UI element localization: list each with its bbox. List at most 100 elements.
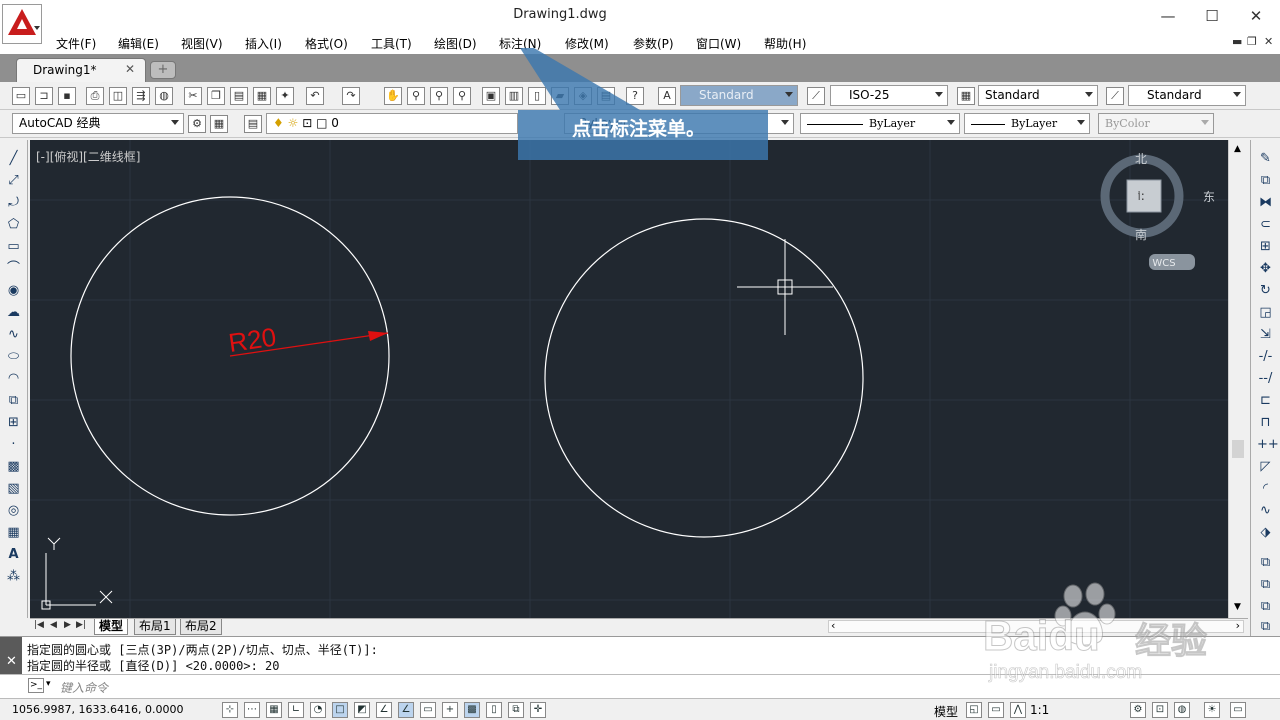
move-icon[interactable]: ✥: [1257, 260, 1274, 277]
table-style-icon[interactable]: ▦: [957, 87, 975, 105]
mdi-close-button[interactable]: ✕: [1264, 35, 1273, 48]
pan-icon[interactable]: ✋: [384, 87, 402, 105]
break-at-point-icon[interactable]: ⊏: [1257, 392, 1274, 409]
menu-view[interactable]: 视图(V): [181, 35, 223, 52]
lineweight-select[interactable]: ByLayer: [964, 113, 1090, 134]
command-prompt-icon[interactable]: >_: [28, 678, 44, 693]
tab-close-icon[interactable]: ✕: [125, 62, 135, 76]
menu-parametric[interactable]: 参数(P): [633, 35, 674, 52]
menu-insert[interactable]: 插入(I): [245, 35, 282, 52]
new-file-icon[interactable]: ▭: [12, 87, 30, 105]
workspace-switch-icon[interactable]: ▦: [210, 115, 228, 133]
annotation-scale-icon[interactable]: ⋀: [1010, 702, 1026, 718]
maximize-button[interactable]: ☐: [1190, 0, 1234, 32]
mdi-minimize-button[interactable]: ▬: [1232, 35, 1242, 48]
spline-icon[interactable]: ∿: [5, 326, 22, 343]
menu-window[interactable]: 窗口(W): [696, 35, 741, 52]
compass-west[interactable]: 西: [1128, 190, 1140, 204]
viewport-controls[interactable]: [-][俯视][二维线框]: [36, 148, 140, 165]
add-selected-icon[interactable]: ⁂: [5, 568, 22, 585]
paste-icon[interactable]: ▤: [230, 87, 248, 105]
chevron-down-icon[interactable]: ▾: [46, 679, 51, 689]
publish-icon[interactable]: ⇶: [132, 87, 150, 105]
properties-icon[interactable]: ▣: [482, 87, 500, 105]
menu-file[interactable]: 文件(F): [56, 35, 96, 52]
scroll-thumb[interactable]: [1232, 440, 1244, 458]
tool-palettes-icon[interactable]: ▯: [528, 87, 546, 105]
quick-view-layouts-icon[interactable]: ◱: [966, 702, 982, 718]
undo-icon[interactable]: ↶: [306, 87, 324, 105]
revision-cloud-icon[interactable]: ☁: [5, 304, 22, 321]
drawing-canvas[interactable]: R20 Ⅰ: 北 南 东 西 WCS [-][俯视][二维线框]: [30, 140, 1228, 618]
hardware-acceleration-icon[interactable]: ◍: [1174, 702, 1190, 718]
layer-select[interactable]: ♦ ☼ ⊡ □ 0: [266, 113, 518, 134]
scale-icon[interactable]: ◲: [1257, 304, 1274, 321]
help-icon[interactable]: ?: [626, 87, 644, 105]
vertical-scrollbar[interactable]: ▲ ▼: [1228, 140, 1248, 618]
block-editor-icon[interactable]: ✦: [276, 87, 294, 105]
break-icon[interactable]: ⊓: [1257, 414, 1274, 431]
workspace-switching-icon[interactable]: ⚙: [1130, 702, 1146, 718]
gradient-icon[interactable]: ▧: [5, 480, 22, 497]
first-layout-icon[interactable]: |◀: [34, 620, 44, 630]
minimize-button[interactable]: —: [1146, 0, 1190, 32]
blend-curves-icon[interactable]: ∿: [1257, 502, 1274, 519]
compass-east[interactable]: 东: [1203, 190, 1215, 204]
explode-icon[interactable]: ⬗: [1257, 524, 1274, 541]
extend-icon[interactable]: --/: [1257, 370, 1274, 387]
dimension-style-select[interactable]: ISO-25: [830, 85, 948, 106]
linetype-select[interactable]: ByLayer: [800, 113, 960, 134]
lineweight-toggle-icon[interactable]: +: [442, 702, 458, 718]
compass-south[interactable]: 南: [1135, 227, 1147, 242]
quick-properties-icon[interactable]: ▯: [486, 702, 502, 718]
compass-north[interactable]: 北: [1135, 152, 1147, 166]
3d-osnap-icon[interactable]: ◩: [354, 702, 370, 718]
dynamic-input-icon[interactable]: ▭: [420, 702, 436, 718]
copy-object-icon[interactable]: ⧉: [1257, 172, 1274, 189]
insert-block-icon[interactable]: ⧉: [5, 392, 22, 409]
trim-icon[interactable]: -/-: [1257, 348, 1274, 365]
clean-screen-icon[interactable]: ▭: [1230, 702, 1246, 718]
menu-help[interactable]: 帮助(H): [764, 35, 806, 52]
array-icon[interactable]: ⊞: [1257, 238, 1274, 255]
tab-model[interactable]: 模型: [94, 619, 129, 635]
tab-drawing1[interactable]: Drawing1* ✕: [16, 58, 146, 82]
polyline-icon[interactable]: ⤾: [5, 194, 22, 211]
multiline-text-icon[interactable]: A: [5, 546, 22, 563]
plot-icon[interactable]: ⎙: [86, 87, 104, 105]
workspace-select[interactable]: AutoCAD 经典: [12, 113, 184, 134]
ortho-mode-icon[interactable]: ∟: [288, 702, 304, 718]
menu-tools[interactable]: 工具(T): [371, 35, 412, 52]
multileader-style-select[interactable]: Standard: [1128, 85, 1246, 106]
application-menu-button[interactable]: [2, 4, 42, 44]
menu-draw[interactable]: 绘图(D): [434, 35, 477, 52]
last-layout-icon[interactable]: ▶|: [76, 620, 86, 630]
hatch-icon[interactable]: ▩: [5, 458, 22, 475]
offset-icon[interactable]: ⊂: [1257, 216, 1274, 233]
join-icon[interactable]: ++: [1257, 436, 1279, 453]
lock-ui-icon[interactable]: ⊡: [1152, 702, 1168, 718]
layer-manager-icon[interactable]: ▤: [244, 115, 262, 133]
construction-line-icon[interactable]: ⤢: [5, 172, 22, 189]
design-center-icon[interactable]: ▥: [505, 87, 523, 105]
make-block-icon[interactable]: ⊞: [5, 414, 22, 431]
menu-format[interactable]: 格式(O): [305, 35, 348, 52]
text-style-icon[interactable]: A: [658, 87, 676, 105]
arc-icon[interactable]: ⌒: [5, 260, 22, 277]
save-icon[interactable]: ▪: [58, 87, 76, 105]
text-style-select[interactable]: Standard: [680, 85, 798, 106]
polar-tracking-icon[interactable]: ◔: [310, 702, 326, 718]
dimension-style-icon[interactable]: ⟋: [807, 87, 825, 105]
model-space-label[interactable]: 模型: [934, 703, 958, 720]
annotation-scale-value[interactable]: 1:1: [1030, 703, 1049, 717]
fillet-icon[interactable]: ◜: [1257, 480, 1274, 497]
copy-icon[interactable]: ❐: [207, 87, 225, 105]
menu-dimension[interactable]: 标注(N): [499, 35, 541, 52]
circle-icon[interactable]: ◉: [5, 282, 22, 299]
table-icon[interactable]: ▦: [5, 524, 22, 541]
match-properties-icon[interactable]: ▦: [253, 87, 271, 105]
mdi-restore-button[interactable]: ❐: [1247, 35, 1257, 48]
object-snap-icon[interactable]: □: [332, 702, 348, 718]
markup-icon[interactable]: ◈: [574, 87, 592, 105]
infer-constraints-icon[interactable]: ⊹: [222, 702, 238, 718]
